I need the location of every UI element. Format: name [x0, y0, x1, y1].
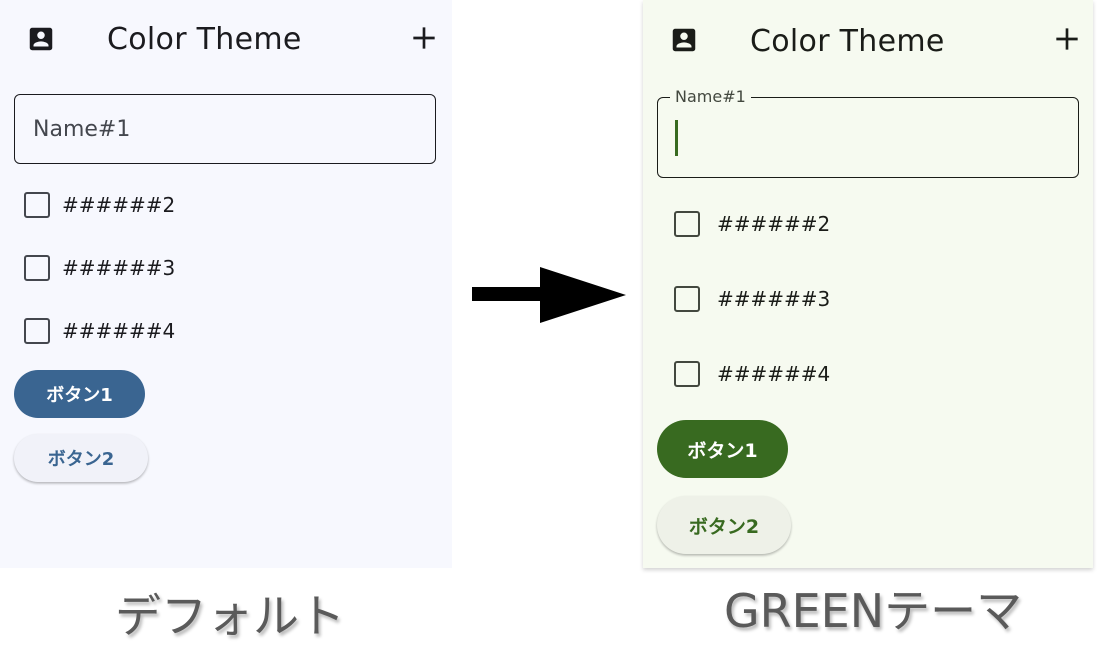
app-title: Color Theme	[750, 24, 945, 59]
checkbox-label: ######2	[62, 193, 176, 217]
green-theme-screen: Color Theme Name#1 ######2 ######3 #####…	[643, 0, 1093, 568]
comparison-stage: Color Theme Name#1 ######2 ######3 #####…	[0, 0, 1098, 662]
checkbox-label: ######4	[62, 319, 176, 343]
name-input[interactable]: Name#1	[657, 87, 1079, 178]
checkbox-label: ######4	[717, 362, 831, 386]
checkbox-row-4[interactable]: ######4	[674, 361, 874, 391]
checkbox-label: ######2	[717, 212, 831, 236]
checkbox[interactable]	[24, 192, 50, 218]
checkbox-row-4[interactable]: ######4	[24, 318, 224, 348]
account-box-icon[interactable]	[26, 24, 56, 54]
plus-icon[interactable]	[408, 22, 440, 54]
account-box-icon[interactable]	[669, 25, 699, 55]
checkbox[interactable]	[674, 361, 700, 387]
checkbox-row-3[interactable]: ######3	[24, 255, 224, 285]
app-bar: Color Theme	[0, 0, 452, 80]
name-input-label: Name#1	[670, 87, 751, 106]
button-1[interactable]: ボタン1	[657, 420, 788, 478]
button-1[interactable]: ボタン1	[14, 370, 145, 418]
checkbox-row-2[interactable]: ######2	[674, 211, 874, 241]
button-2[interactable]: ボタン2	[657, 496, 791, 554]
default-caption: デフォルト	[115, 589, 345, 643]
checkbox[interactable]	[674, 211, 700, 237]
checkbox[interactable]	[674, 286, 700, 312]
checkbox[interactable]	[24, 318, 50, 344]
text-cursor	[675, 120, 678, 156]
name-input[interactable]: Name#1	[14, 94, 436, 164]
default-theme-screen: Color Theme Name#1 ######2 ######3 #####…	[0, 0, 452, 568]
checkbox-label: ######3	[717, 287, 831, 311]
checkbox-row-2[interactable]: ######2	[24, 192, 224, 222]
button-2[interactable]: ボタン2	[14, 434, 148, 482]
checkbox-row-3[interactable]: ######3	[674, 286, 874, 316]
right-arrow-icon	[472, 267, 626, 323]
app-title: Color Theme	[107, 22, 302, 57]
checkbox[interactable]	[24, 255, 50, 281]
name-input-placeholder: Name#1	[33, 117, 131, 142]
plus-icon[interactable]	[1051, 23, 1083, 55]
checkbox-label: ######3	[62, 256, 176, 280]
green-theme-caption: GREENテーマ	[724, 584, 1023, 638]
